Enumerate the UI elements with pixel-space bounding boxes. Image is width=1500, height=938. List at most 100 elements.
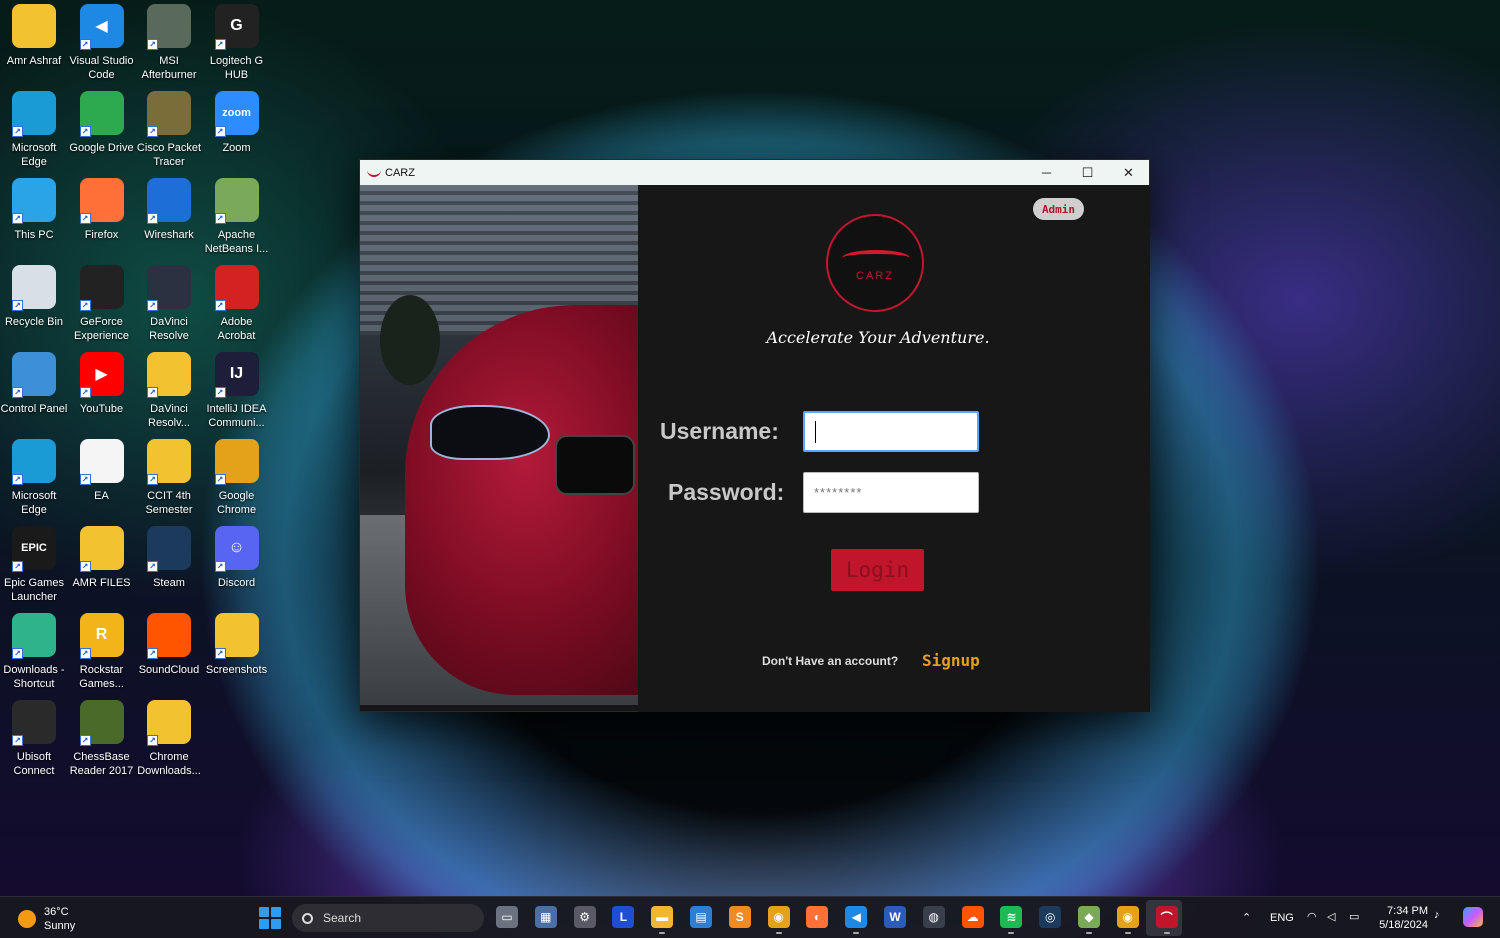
desktop-shortcut[interactable]: ↗ This PC	[0, 178, 68, 262]
wifi-icon[interactable]: ◠	[1307, 910, 1317, 923]
desktop-shortcut[interactable]: ↗ Steam	[135, 526, 203, 610]
minimize-button[interactable]: ─	[1026, 160, 1067, 185]
chrome-profile-icon[interactable]: ◉	[1116, 906, 1139, 934]
signup-link[interactable]: Signup	[922, 651, 980, 670]
task-view-icon[interactable]: ▭	[496, 906, 518, 928]
desktop-shortcut[interactable]: ↗ Google Chrome	[203, 439, 271, 523]
clock-date: 5/18/2024	[1379, 919, 1428, 931]
window-titlebar[interactable]: CARZ ─ ☐ ✕	[360, 160, 1149, 185]
desktop-shortcut[interactable]: ↗ Adobe Acrobat	[203, 265, 271, 349]
netbeans-icon[interactable]: ◆	[1078, 906, 1100, 934]
desktop-shortcut-label: Google Drive	[69, 142, 134, 154]
desktop-shortcut[interactable]: ↗ Apache NetBeans I...	[203, 178, 271, 262]
weather-widget[interactable]: 36°C Sunny	[18, 905, 75, 933]
desktop-shortcut[interactable]: ↗ Firefox	[68, 178, 136, 262]
weather-condition: Sunny	[44, 920, 76, 932]
chrome-icon[interactable]: ◉	[767, 906, 790, 934]
login-button[interactable]: Login	[831, 549, 924, 591]
word-icon[interactable]: W	[884, 906, 906, 928]
admin-button[interactable]: Admin	[1033, 198, 1084, 220]
taskbar-search[interactable]: Search	[292, 904, 484, 932]
desktop-shortcut-label: Firefox	[84, 229, 119, 241]
desktop-shortcut[interactable]: ↗ EA	[68, 439, 136, 523]
discord-icon: ☺ ↗	[214, 526, 259, 572]
steam-icon[interactable]: ◎	[1039, 906, 1062, 928]
desktop-shortcut[interactable]: ↗ ChessBase Reader 2017	[68, 700, 136, 784]
desktop-shortcut[interactable]: ↗ DaVinci Resolve	[135, 265, 203, 349]
shortcut-arrow-icon: ↗	[147, 300, 158, 311]
desktop-shortcut[interactable]: ↗ Microsoft Edge	[0, 439, 68, 523]
file-explorer-icon[interactable]: ▬	[651, 906, 674, 934]
desktop-shortcut[interactable]: ↗ Wireshark	[135, 178, 203, 262]
desktop-shortcut-label: Recycle Bin	[4, 316, 64, 328]
davinci-icon[interactable]: ◍	[922, 906, 945, 928]
desktop-shortcut[interactable]: R ↗ Rockstar Games...	[68, 613, 136, 697]
desktop-shortcut[interactable]: G ↗ Logitech G HUB	[203, 4, 271, 88]
desktop-shortcut-label: YouTube	[79, 403, 124, 415]
maximize-button[interactable]: ☐	[1067, 160, 1108, 185]
firefox-icon: ↗	[79, 178, 124, 224]
desktop-shortcut[interactable]: ↗ MSI Afterburner	[135, 4, 203, 88]
desktop-shortcut[interactable]: ↗ Downloads - Shortcut	[0, 613, 68, 697]
desktop-shortcut[interactable]: ↗ Microsoft Edge	[0, 91, 68, 175]
folder-icon: ↗	[214, 613, 259, 659]
l-app-icon[interactable]: L	[612, 906, 635, 928]
desktop-shortcut[interactable]: ↗ Recycle Bin	[0, 265, 68, 349]
sublime-icon[interactable]: S	[728, 906, 751, 928]
desktop-shortcut-label: Screenshots	[205, 664, 268, 676]
vscode-icon[interactable]: ◀	[845, 906, 868, 934]
user-folder-icon	[12, 4, 56, 48]
password-input[interactable]: ********	[803, 472, 979, 513]
desktop-shortcut[interactable]: ↗ Google Drive	[68, 91, 136, 175]
language-indicator[interactable]: ENG	[1270, 912, 1294, 924]
clock-time: 7:34 PM	[1387, 905, 1428, 917]
show-hidden-icons-chevron-icon[interactable]: ⌃	[1242, 911, 1251, 924]
desktop-shortcut[interactable]: ↗ SoundCloud	[135, 613, 203, 697]
battery-icon[interactable]: ▭	[1349, 910, 1359, 923]
volume-icon[interactable]: ◁	[1327, 910, 1335, 923]
desktop-shortcut[interactable]: ↗ AMR FILES	[68, 526, 136, 610]
text-caret	[815, 420, 816, 443]
spotify-icon[interactable]: ≋	[1000, 906, 1023, 934]
desktop-shortcut[interactable]: ↗ Ubisoft Connect	[0, 700, 68, 784]
microsoft-store-icon[interactable]: ▤	[690, 906, 712, 928]
shortcut-arrow-icon: ↗	[12, 387, 23, 398]
desktop-shortcut[interactable]: ↗ Control Panel	[0, 352, 68, 436]
desktop-shortcut[interactable]: ↗ Screenshots	[203, 613, 271, 697]
desktop-shortcut[interactable]: zoom ↗ Zoom	[203, 91, 271, 175]
shortcut-arrow-icon: ↗	[214, 387, 226, 398]
desktop-shortcut[interactable]: EPIC ↗ Epic Games Launcher	[0, 526, 68, 610]
carz-app-icon[interactable]: ⌒	[1155, 906, 1178, 934]
clock[interactable]: 7:34 PM 5/18/2024	[1378, 904, 1428, 932]
desktop-shortcut[interactable]: ↗ CCIT 4th Semester	[135, 439, 203, 523]
close-button[interactable]: ✕	[1108, 160, 1149, 185]
davinci-icon: ↗	[147, 265, 191, 311]
desktop-shortcut[interactable]: ↗ Cisco Packet Tracer	[135, 91, 203, 175]
desktop-shortcut[interactable]: Amr Ashraf	[0, 4, 68, 88]
soundcloud-icon[interactable]: ☁	[961, 906, 984, 928]
shortcut-arrow-icon: ↗	[79, 387, 91, 398]
shortcut-arrow-icon: ↗	[79, 561, 91, 572]
shortcut-arrow-icon: ↗	[147, 39, 158, 50]
desktop-shortcut[interactable]: IJ ↗ IntelliJ IDEA Communi...	[203, 352, 271, 436]
edge-icon: ↗	[12, 439, 56, 485]
desktop-shortcut[interactable]: ↗ Chrome Downloads...	[135, 700, 203, 784]
desktop-shortcut-label: Amr Ashraf	[6, 55, 62, 67]
photos-icon[interactable]: ▦	[534, 906, 557, 928]
desktop-shortcut-label: Epic Games Launcher	[4, 577, 64, 603]
username-input[interactable]	[803, 411, 979, 452]
shortcut-arrow-icon: ↗	[79, 126, 91, 137]
copilot-icon[interactable]	[1463, 907, 1483, 927]
desktop-shortcut[interactable]: ☺ ↗ Discord	[203, 526, 271, 610]
firefox-icon[interactable]: ◐	[806, 906, 829, 928]
shortcut-arrow-icon: ↗	[214, 561, 226, 572]
desktop-shortcut[interactable]: ↗ DaVinci Resolv...	[135, 352, 203, 436]
notification-bell-icon[interactable]: ♪	[1434, 909, 1440, 921]
desktop-shortcut[interactable]: ▶ ↗ YouTube	[68, 352, 136, 436]
desktop-shortcut[interactable]: ↗ GeForce Experience	[68, 265, 136, 349]
desktop-shortcut[interactable]: ◀ ↗ Visual Studio Code	[68, 4, 136, 88]
red-car-body	[405, 305, 638, 695]
tagline: Accelerate Your Adventure.	[766, 328, 990, 347]
settings-icon[interactable]: ⚙	[573, 906, 596, 928]
start-windows-icon[interactable]	[259, 907, 281, 929]
